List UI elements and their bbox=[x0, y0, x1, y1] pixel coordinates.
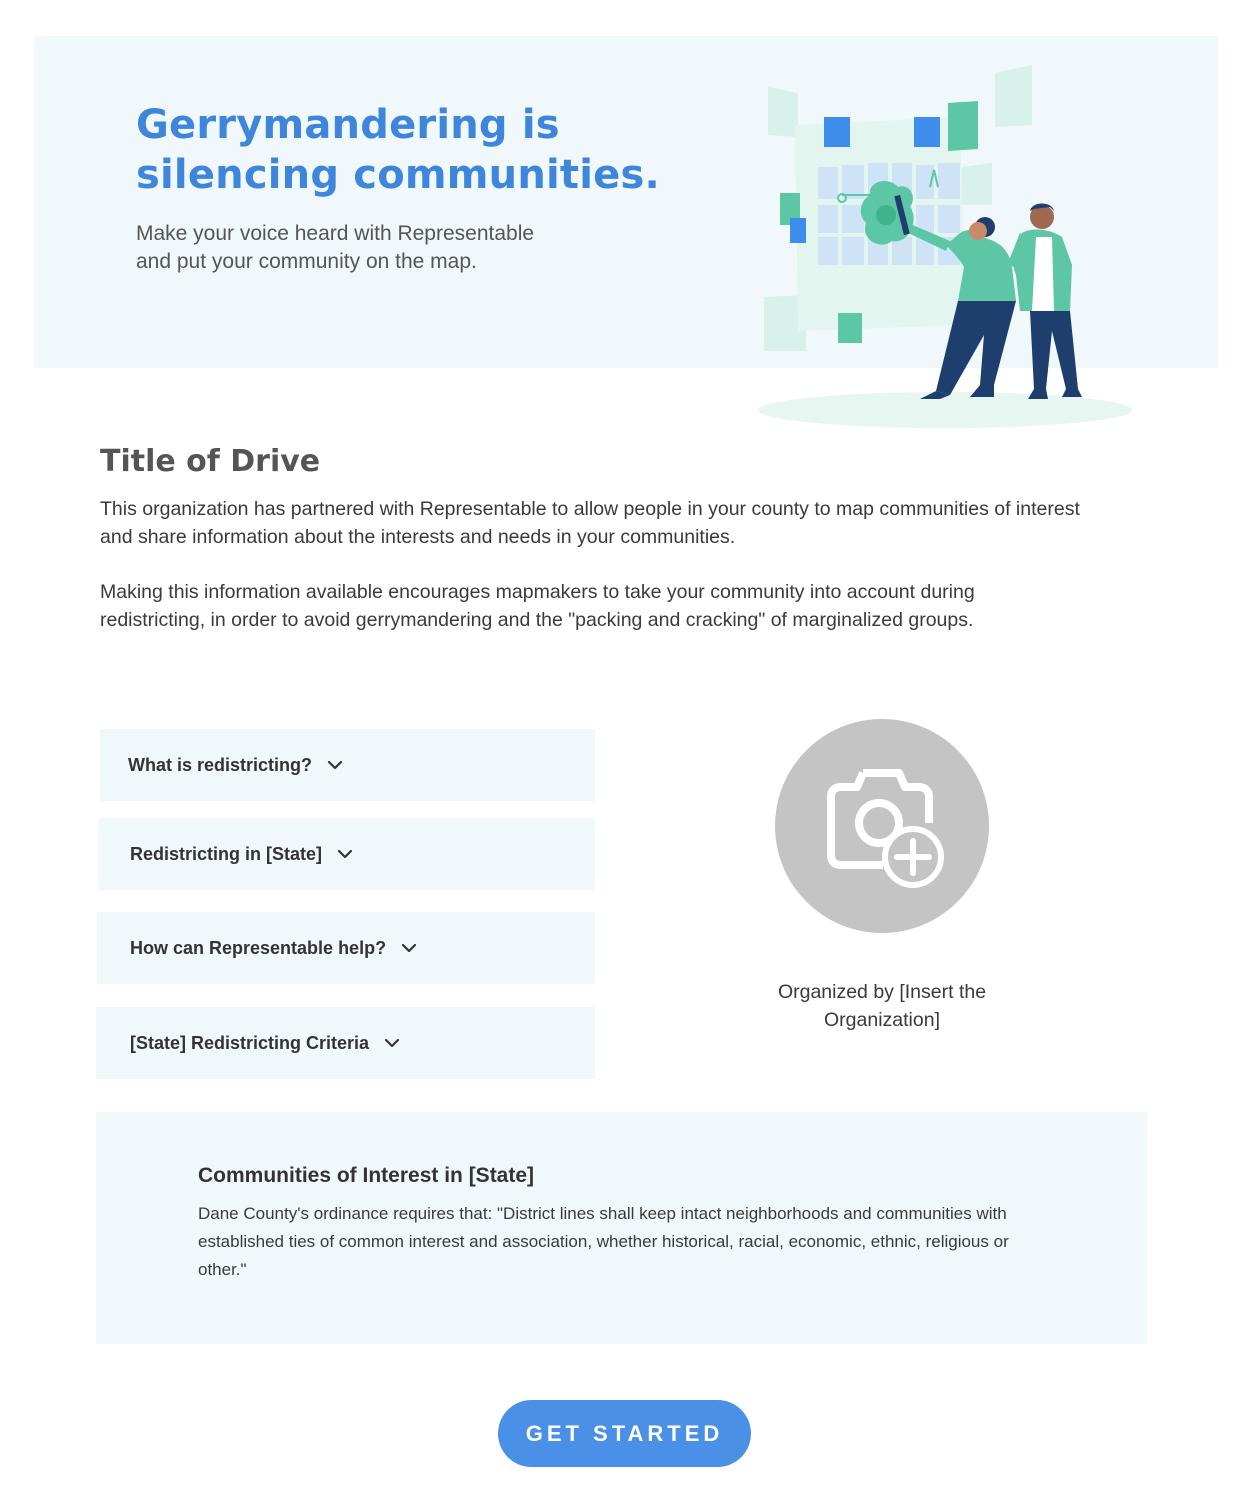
hero-title-line2: silencing communities. bbox=[136, 152, 660, 198]
chevron-down-icon bbox=[327, 760, 343, 770]
accordion-label: Redistricting in [State] bbox=[130, 843, 323, 864]
organized-by-line2: Organization] bbox=[824, 1009, 940, 1031]
drive-paragraph-1: This organization has partnered with Rep… bbox=[100, 498, 1080, 548]
map-drawing-illustration bbox=[758, 65, 1132, 428]
accordion-what-is-redistricting[interactable]: What is redistricting? bbox=[100, 729, 595, 801]
communities-of-interest-panel: Communities of Interest in [State] Dane … bbox=[96, 1112, 1147, 1344]
organized-by-line1: Organized by [Insert the bbox=[777, 981, 987, 1003]
hero-subtitle-line1: Make your voice heard with Representable bbox=[136, 222, 535, 245]
hero-subtitle: Make your voice heard with Representable… bbox=[136, 220, 596, 276]
organization-logo-upload[interactable] bbox=[775, 719, 989, 933]
organized-by-text: Organized by [Insert the Organization] bbox=[752, 978, 1012, 1034]
chevron-down-icon bbox=[337, 849, 353, 859]
hero-title: Gerrymandering is silencing communities. bbox=[136, 100, 696, 200]
hero-title-line1: Gerrymandering is bbox=[136, 102, 560, 148]
add-photo-camera-icon bbox=[827, 769, 944, 888]
get-started-button[interactable]: GET STARTED bbox=[498, 1400, 751, 1467]
page: Gerrymandering is silencing communities.… bbox=[0, 0, 1252, 1496]
accordion-redistricting-in-state[interactable]: Redistricting in [State] bbox=[98, 818, 595, 890]
drive-title: Title of Drive bbox=[100, 444, 321, 479]
accordion-label: [State] Redistricting Criteria bbox=[130, 1032, 370, 1053]
drive-paragraph-2: Making this information available encour… bbox=[100, 581, 975, 631]
accordion-how-can-representable-help[interactable]: How can Representable help? bbox=[97, 912, 595, 984]
accordion-label: How can Representable help? bbox=[130, 937, 387, 958]
hero-subtitle-line2: and put your community on the map. bbox=[136, 250, 477, 273]
chevron-down-icon bbox=[384, 1038, 400, 1048]
accordion-state-redistricting-criteria[interactable]: [State] Redistricting Criteria bbox=[96, 1007, 595, 1079]
accordion-label: What is redistricting? bbox=[128, 754, 313, 775]
coi-description: Dane County's ordinance requires that: "… bbox=[198, 1204, 1009, 1279]
chevron-down-icon bbox=[401, 943, 417, 953]
coi-title: Communities of Interest in [State] bbox=[198, 1164, 535, 1187]
